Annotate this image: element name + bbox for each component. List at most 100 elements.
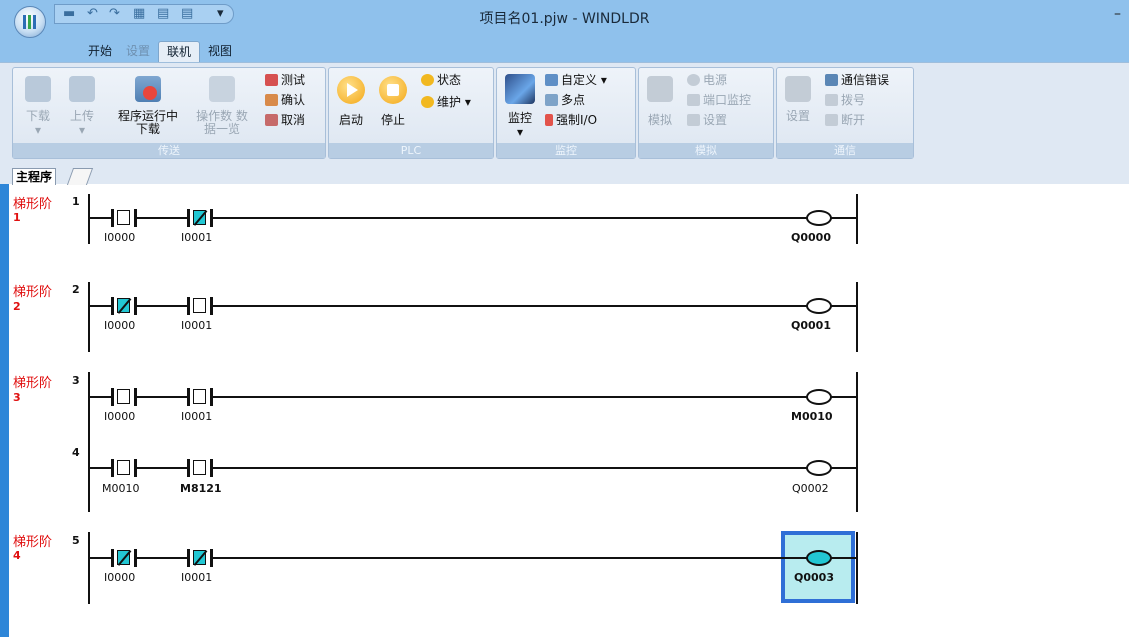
- output-coil[interactable]: [806, 550, 832, 566]
- line-number: 2: [72, 283, 80, 296]
- selected-cell[interactable]: [781, 531, 855, 603]
- title-bar: ▬ ↶ ↷ ▦ ▤ ▤ ▾ 项目名01.pjw - WINDLDR –: [0, 0, 1129, 38]
- ribbon: 下载 ▾ 上传 ▾ 程序运行中 下载 操作数 数 据一览 测试 确认 取消 传送…: [0, 62, 1129, 162]
- port-monitor-button[interactable]: 端口监控: [687, 92, 751, 108]
- status-button[interactable]: 状态: [421, 72, 461, 88]
- left-power-rail: [88, 194, 90, 244]
- left-power-rail: [88, 282, 90, 352]
- group-transfer-title: 传送: [13, 143, 325, 158]
- simulate-icon[interactable]: [647, 76, 673, 102]
- confirm-button[interactable]: 确认: [265, 92, 305, 108]
- contact-operand: I0000: [104, 319, 136, 332]
- rung-title: 梯形阶: [13, 197, 53, 212]
- download-dropdown-icon[interactable]: ▾: [19, 124, 57, 137]
- line-number: 5: [72, 534, 80, 547]
- tab-online[interactable]: 联机: [158, 41, 201, 62]
- download-run-icon[interactable]: [135, 76, 161, 102]
- dial-button[interactable]: 拨号: [825, 92, 865, 108]
- output-coil[interactable]: [806, 389, 832, 405]
- new-tab-icon[interactable]: [66, 168, 94, 185]
- operand-data-list-label: 据一览: [203, 122, 240, 136]
- disconnect-button[interactable]: 断开: [825, 112, 865, 128]
- tab-main-program[interactable]: 主程序: [12, 168, 57, 185]
- start-icon[interactable]: [337, 76, 365, 104]
- tab-settings[interactable]: 设置: [120, 41, 156, 62]
- line-number: 1: [72, 195, 80, 208]
- contact-operand: I0000: [104, 571, 136, 584]
- rung-title: 梯形阶: [13, 376, 53, 391]
- contact-nc[interactable]: [111, 549, 137, 567]
- force-icon: [545, 114, 553, 126]
- port-icon: [687, 94, 700, 106]
- force-io-button[interactable]: 强制I/O: [545, 112, 597, 128]
- left-power-rail: [88, 532, 90, 604]
- contact-no[interactable]: [187, 297, 213, 315]
- download-button[interactable]: 下载: [19, 110, 57, 123]
- start-button[interactable]: 启动: [333, 114, 369, 127]
- simulate-button[interactable]: 模拟: [643, 114, 677, 127]
- upload-icon[interactable]: [69, 76, 95, 102]
- contact-nc[interactable]: [187, 209, 213, 227]
- coil-operand: Q0003: [794, 571, 834, 584]
- cancel-icon: [265, 114, 278, 126]
- dial-icon: [825, 94, 838, 106]
- contact-operand: I0000: [104, 410, 136, 423]
- upload-dropdown-icon[interactable]: ▾: [63, 124, 101, 137]
- comm-error-button[interactable]: 通信错误: [825, 72, 889, 88]
- tab-home[interactable]: 开始: [82, 41, 118, 62]
- right-power-rail: [856, 282, 858, 352]
- contact-operand: I0001: [181, 571, 213, 584]
- custom-monitor-button[interactable]: 自定义 ▾: [545, 72, 607, 88]
- contact-no[interactable]: [187, 459, 213, 477]
- group-monitor-title: 监控: [497, 143, 635, 158]
- contact-no[interactable]: [187, 388, 213, 406]
- right-power-rail: [856, 194, 858, 244]
- power-button[interactable]: 电源: [687, 72, 727, 88]
- coil-operand: Q0000: [791, 231, 831, 244]
- coil-operand: M0010: [791, 410, 833, 423]
- contact-no[interactable]: [111, 459, 137, 477]
- monitor-icon[interactable]: [505, 74, 535, 104]
- contact-operand: I0001: [181, 319, 213, 332]
- cancel-button[interactable]: 取消: [265, 112, 305, 128]
- comm-settings-button[interactable]: 设置: [781, 110, 815, 123]
- group-communication: 设置 通信错误 拨号 断开 通信: [776, 67, 914, 159]
- stop-icon[interactable]: [379, 76, 407, 104]
- data-list-icon[interactable]: [209, 76, 235, 102]
- output-coil[interactable]: [806, 298, 832, 314]
- test-icon: [265, 74, 278, 86]
- download-icon[interactable]: [25, 76, 51, 102]
- test-button[interactable]: 测试: [265, 72, 305, 88]
- settings-icon: [687, 114, 700, 126]
- line-number: 3: [72, 374, 80, 387]
- group-monitor: 监控 ▾ 自定义 ▾ 多点 强制I/O 监控: [496, 67, 636, 159]
- output-coil[interactable]: [806, 460, 832, 476]
- contact-no[interactable]: [111, 209, 137, 227]
- upload-button[interactable]: 上传: [63, 110, 101, 123]
- coil-operand: Q0001: [791, 319, 831, 332]
- rung-number: 2: [13, 300, 21, 313]
- group-simulate: 模拟 电源 端口监控 设置 模拟: [638, 67, 774, 159]
- simulate-settings-button[interactable]: 设置: [687, 112, 727, 128]
- monitor-dropdown-icon[interactable]: ▾: [503, 126, 537, 139]
- multipoint-button[interactable]: 多点: [545, 92, 585, 108]
- contact-operand: M0010: [102, 482, 140, 495]
- grid-icon: [545, 94, 558, 106]
- comm-settings-icon[interactable]: [785, 76, 811, 102]
- info-icon: [421, 74, 434, 86]
- download-in-run-label: 下载: [135, 122, 160, 136]
- stop-button[interactable]: 停止: [375, 114, 411, 127]
- minimize-button[interactable]: –: [1114, 6, 1121, 22]
- power-icon: [687, 74, 700, 86]
- contact-operand: I0001: [181, 231, 213, 244]
- output-coil[interactable]: [806, 210, 832, 226]
- contact-operand: M8121: [180, 482, 222, 495]
- monitor-button[interactable]: 监控: [503, 112, 537, 125]
- contact-nc[interactable]: [111, 297, 137, 315]
- contact-no[interactable]: [111, 388, 137, 406]
- tab-view[interactable]: 视图: [202, 41, 238, 62]
- maintenance-button[interactable]: 维护 ▾: [421, 94, 471, 110]
- contact-nc[interactable]: [187, 549, 213, 567]
- table-icon: [545, 74, 558, 86]
- document-tabs: 主程序: [0, 162, 1129, 185]
